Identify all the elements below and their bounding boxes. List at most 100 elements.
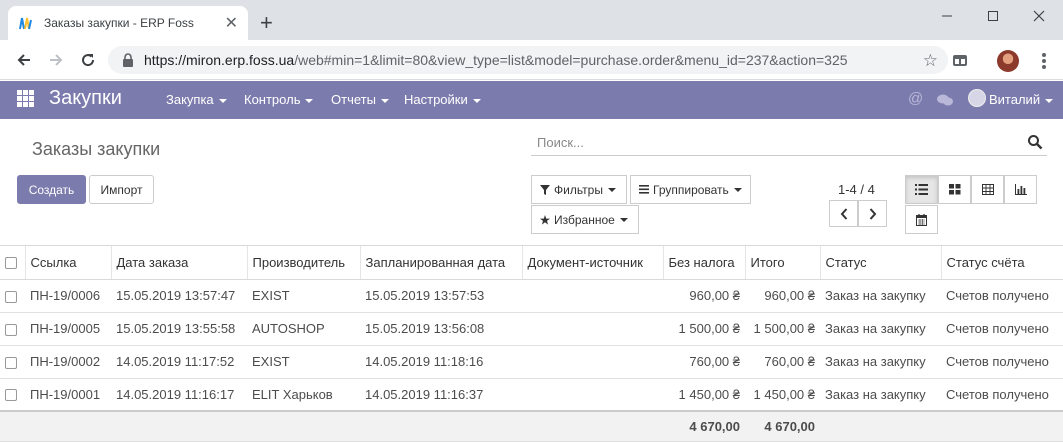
calendar-view-button[interactable] <box>905 205 938 234</box>
cell-total: 1 500,00 ₴ <box>745 312 820 346</box>
pivot-view-button[interactable] <box>971 175 1004 204</box>
calendar-icon <box>916 213 927 226</box>
row-checkbox[interactable] <box>5 356 17 369</box>
caret-down-icon <box>607 187 616 192</box>
cell-reference: ПН-19/0002 <box>25 345 111 379</box>
column-header-source-document[interactable]: Документ-источник <box>522 246 664 280</box>
row-checkbox[interactable] <box>5 389 17 402</box>
row-checkbox-cell <box>0 279 25 313</box>
url-host: https://miron.erp.foss.ua <box>144 52 295 68</box>
bookmark-star-icon[interactable]: ☆ <box>923 51 938 71</box>
caret-down-icon <box>305 98 314 103</box>
reload-icon[interactable] <box>76 48 100 72</box>
column-header-status[interactable]: Статус <box>820 246 942 280</box>
back-icon[interactable] <box>12 48 36 72</box>
menu-settings-label: Настройки <box>404 92 468 107</box>
cell-scheduled-date: 15.05.2019 13:57:53 <box>360 279 522 313</box>
cell-source-document <box>522 279 663 313</box>
maximize-icon[interactable] <box>970 4 1016 28</box>
row-checkbox[interactable] <box>5 323 17 336</box>
cell-status: Заказ на закупку <box>820 378 941 412</box>
menu-purchase[interactable]: Закупка <box>166 92 227 107</box>
cell-invoice-status: Счетов получено <box>941 312 1063 346</box>
cell-status: Заказ на закупку <box>820 312 941 346</box>
filters-button[interactable]: Фильтры <box>531 175 627 204</box>
browser-menu-icon[interactable] <box>1034 51 1054 71</box>
list-view-icon <box>915 184 928 195</box>
table-row[interactable]: ПН-19/0002 14.05.2019 11:17:52 EXIST 14.… <box>0 345 1063 379</box>
cell-order-date: 14.05.2019 11:17:52 <box>111 345 247 379</box>
purchase-orders-table: Ссылка Дата заказа Производитель Заплани… <box>0 246 1063 442</box>
browser-toolbar: https://miron.erp.foss.ua/web#min=1&limi… <box>0 40 1063 80</box>
table-row[interactable]: ПН-19/0006 15.05.2019 13:57:47 EXIST 15.… <box>0 279 1063 313</box>
filters-label: Фильтры <box>554 182 603 197</box>
row-checkbox-cell <box>0 312 25 346</box>
kanban-view-button[interactable] <box>938 175 971 204</box>
column-header-vendor[interactable]: Производитель <box>247 246 361 280</box>
column-header-reference[interactable]: Ссылка <box>25 246 112 280</box>
select-all-cell <box>0 246 26 280</box>
filter-icon <box>540 184 550 195</box>
cell-invoice-status: Счетов получено <box>941 279 1063 313</box>
close-window-icon[interactable] <box>1016 4 1062 28</box>
pager-value[interactable]: 1-4 / 4 <box>838 182 875 197</box>
graph-view-button[interactable] <box>1004 175 1037 204</box>
star-icon <box>540 214 550 225</box>
mentions-icon[interactable]: @ <box>908 90 923 107</box>
forward-icon[interactable] <box>44 48 68 72</box>
extension-icon[interactable] <box>952 52 968 68</box>
cell-order-date: 14.05.2019 11:16:17 <box>111 378 247 412</box>
erp-favicon-icon <box>19 17 32 30</box>
list-view-button[interactable] <box>905 175 938 204</box>
browser-tab[interactable]: Заказы закупки - ERP Foss ✕ <box>8 6 248 40</box>
list-icon <box>639 185 649 194</box>
totals-spacer <box>247 410 360 442</box>
totals-spacer <box>522 410 663 442</box>
chat-icon[interactable] <box>936 93 954 107</box>
user-menu[interactable]: Виталий <box>989 92 1054 107</box>
search-input[interactable] <box>531 129 1011 155</box>
table-row[interactable]: ПН-19/0005 15.05.2019 13:55:58 AUTOSHOP … <box>0 312 1063 346</box>
column-header-untaxed[interactable]: Без налога <box>663 246 746 280</box>
create-button[interactable]: Создать <box>17 175 86 204</box>
user-avatar[interactable] <box>968 89 986 107</box>
column-header-order-date[interactable]: Дата заказа <box>111 246 248 280</box>
new-tab-icon[interactable]: + <box>260 12 273 34</box>
import-button[interactable]: Импорт <box>89 175 154 204</box>
menu-reports[interactable]: Отчеты <box>331 92 389 107</box>
totals-spacer <box>25 410 111 442</box>
browser-profile-avatar[interactable] <box>997 50 1019 72</box>
table-row[interactable]: ПН-19/0001 14.05.2019 11:16:17 ELIT Харь… <box>0 378 1063 412</box>
tab-close-icon[interactable]: ✕ <box>225 13 238 33</box>
pager-previous-button[interactable] <box>829 200 858 227</box>
control-panel: Заказы закупки Создать Импорт Фильтры Гр… <box>0 119 1063 246</box>
menu-control[interactable]: Контроль <box>244 92 314 107</box>
search-icon[interactable] <box>1027 134 1043 150</box>
cell-invoice-status: Счетов получено <box>941 378 1063 412</box>
select-all-checkbox[interactable] <box>5 257 17 270</box>
column-header-invoice-status[interactable]: Статус счёта <box>941 246 1063 280</box>
address-bar[interactable]: https://miron.erp.foss.ua/web#min=1&limi… <box>108 46 948 74</box>
row-checkbox-cell <box>0 345 25 379</box>
totals-spacer <box>941 410 1063 442</box>
minimize-icon[interactable] <box>924 4 970 28</box>
apps-grid-icon[interactable] <box>17 90 34 107</box>
caret-down-icon <box>218 98 227 103</box>
menu-settings[interactable]: Настройки <box>404 92 481 107</box>
chevron-right-icon <box>869 207 876 220</box>
row-checkbox[interactable] <box>5 290 17 303</box>
menu-reports-label: Отчеты <box>331 92 376 107</box>
cell-invoice-status: Счетов получено <box>941 345 1063 379</box>
url-path: /web#min=1&limit=80&view_type=list&model… <box>294 52 848 68</box>
tab-title: Заказы закупки - ERP Foss <box>44 16 194 30</box>
cell-source-document <box>522 345 663 379</box>
groupby-button[interactable]: Группировать <box>630 175 751 204</box>
column-header-scheduled-date[interactable]: Запланированная дата <box>360 246 523 280</box>
caret-down-icon <box>472 98 481 103</box>
column-header-total[interactable]: Итого <box>745 246 821 280</box>
chevron-left-icon <box>840 207 847 220</box>
favorites-button[interactable]: Избранное <box>531 205 639 234</box>
cell-vendor: EXIST <box>247 345 360 379</box>
cell-source-document <box>522 312 663 346</box>
pager-next-button[interactable] <box>858 200 887 227</box>
